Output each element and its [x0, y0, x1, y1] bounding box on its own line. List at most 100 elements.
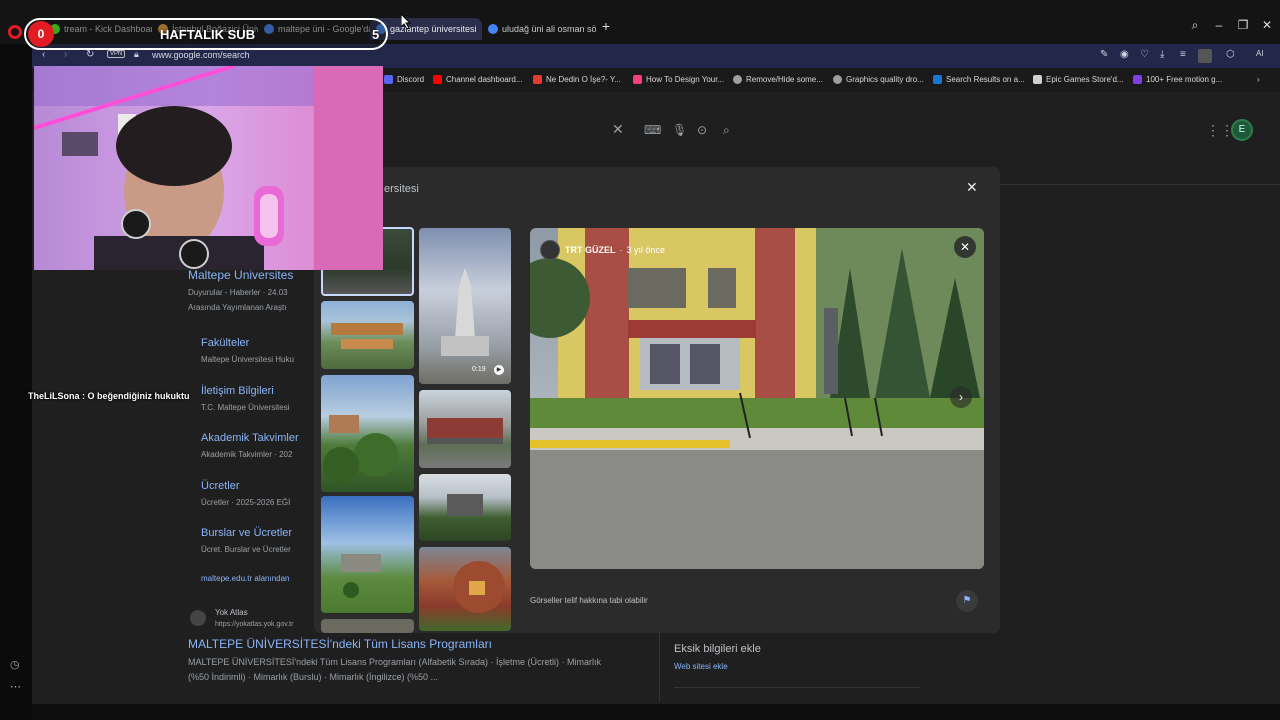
- bookmark-how-to-design[interactable]: How To Design Your...: [633, 75, 724, 84]
- thumbnail-image[interactable]: [321, 496, 414, 613]
- building-shape: [447, 494, 483, 516]
- close-dialog-button[interactable]: ✕: [966, 179, 978, 196]
- more-options-icon[interactable]: ⋯: [10, 680, 21, 693]
- site-favicon-icon: [633, 75, 642, 84]
- browser-sidebar: ◷ ⋯: [0, 44, 32, 720]
- bookmark-discord[interactable]: Discord: [384, 75, 424, 84]
- bookmark-label: Graphics quality dro...: [846, 75, 924, 84]
- thumbnail-image[interactable]: [321, 301, 414, 369]
- bookmark-epic-games[interactable]: Epic Games Store'd...: [1033, 75, 1124, 84]
- url-field[interactable]: www.google.com/search: [152, 50, 250, 60]
- sitelink-iletisim[interactable]: İletişim Bilgileri: [201, 385, 274, 397]
- keyboard-icon[interactable]: ⌨: [644, 123, 661, 137]
- separator: ·: [619, 245, 623, 255]
- bookmark-label: Epic Games Store'd...: [1046, 75, 1124, 84]
- bookmark-channel-dashboard[interactable]: Channel dashboard...: [433, 75, 523, 84]
- source-name: TRT GÜZEL: [565, 245, 616, 255]
- new-tab-button[interactable]: +: [595, 18, 617, 34]
- sitelink-burslar[interactable]: Burslar ve Ücretler: [201, 527, 292, 539]
- search-box[interactable]: ✕ ⌨ 🎙︎ ⊙ ⌕: [382, 114, 782, 148]
- tab-uludag[interactable]: uludağ üni ali osman sönm: [482, 18, 596, 40]
- thumbnail-image[interactable]: [321, 375, 414, 492]
- google-icon: [488, 24, 498, 34]
- edit-icon[interactable]: ✎: [1100, 49, 1108, 60]
- profile-avatar[interactable]: [1198, 49, 1212, 63]
- building-shape: [427, 418, 503, 444]
- result-title-yokatlas[interactable]: MALTEPE ÜNİVERSİTESİ'ndeki Tüm Lisans Pr…: [188, 637, 492, 651]
- thumbnail-video[interactable]: 0:19 ▶: [419, 228, 511, 384]
- clear-search-icon[interactable]: ✕: [612, 121, 624, 138]
- opera-logo-icon[interactable]: [8, 25, 22, 39]
- bookmark-remove-hide[interactable]: Remove/Hide some...: [733, 75, 823, 84]
- sitelink-ucretler[interactable]: Ücretler: [201, 480, 240, 492]
- add-website-link[interactable]: Web sitesi ekle: [674, 662, 728, 671]
- bookmark-label: 100+ Free motion g...: [1146, 75, 1223, 84]
- chat-username: TheLiLSona: [28, 391, 80, 401]
- forward-icon[interactable]: ›: [64, 49, 67, 60]
- sitelink-snippet: T.C. Maltepe Üniversitesi: [201, 403, 290, 412]
- bookmark-motion-graphics[interactable]: 100+ Free motion g...: [1133, 75, 1222, 84]
- sitelink-akademik-takvimler[interactable]: Akademik Takvimler: [201, 432, 299, 444]
- result-snippet: MALTEPE ÜNİVERSİTESİ'ndeki Tüm Lisans Pr…: [188, 657, 601, 667]
- report-flag-button[interactable]: ⚑: [956, 590, 978, 612]
- divider: [674, 687, 920, 688]
- result-title-maltepe[interactable]: Maltepe Üniversites: [188, 268, 293, 282]
- result-snippet: Arasında Yayımlanan Araştı: [188, 303, 287, 312]
- thumbnail-image[interactable]: [419, 547, 511, 631]
- next-image-button[interactable]: ›: [950, 386, 972, 408]
- lock-icon[interactable]: 🔒︎: [134, 49, 139, 60]
- bookmark-search-results[interactable]: Search Results on a...: [933, 75, 1025, 84]
- close-window-button[interactable]: ✕: [1256, 18, 1278, 32]
- source-age: 3 yıl önce: [626, 245, 666, 255]
- site-favicon-icon: [933, 75, 942, 84]
- webcam-feed-image: [34, 66, 383, 270]
- more-bookmarks-icon[interactable]: ›: [1257, 75, 1260, 84]
- more-results-link[interactable]: maltepe.edu.tr alanından: [201, 574, 290, 583]
- copyright-notice: Görseller telif hakkına tabi olabilir: [530, 596, 648, 605]
- image-thumbnail-list: 0:19 ▶: [321, 227, 517, 633]
- bookmark-label: Discord: [397, 75, 425, 84]
- campus-aerial-shape: [331, 323, 403, 349]
- weekly-sub-goal-widget: 0 HAFTALIK SUB 5: [24, 18, 388, 50]
- campus-lawn-shape: [341, 554, 381, 598]
- lens-icon[interactable]: ⊙: [697, 123, 707, 137]
- streamer-webcam: [34, 66, 383, 270]
- thumbnail-image[interactable]: [419, 474, 511, 541]
- result-snippet: (%50 İndirimli) · Mimarlık (Burslu) · Mi…: [188, 672, 439, 682]
- bookmark-label: Remove/Hide some...: [746, 75, 823, 84]
- vpn-badge[interactable]: VPN: [107, 50, 126, 58]
- back-icon[interactable]: ‹: [42, 49, 45, 60]
- download-icon[interactable]: ⤓: [1160, 49, 1164, 60]
- thumbnail-image[interactable]: [321, 619, 414, 633]
- bookmark-ne-dedin[interactable]: Ne Dedin O İşe?- Y...: [533, 75, 621, 84]
- sitelink-fakulteler[interactable]: Fakülteler: [201, 337, 249, 349]
- menu-icon[interactable]: ≡: [1180, 49, 1186, 60]
- search-icon[interactable]: ⌕: [723, 123, 730, 138]
- extensions-icon[interactable]: ⬡: [1226, 49, 1235, 60]
- microphone-icon[interactable]: 🎙︎: [672, 123, 687, 137]
- image-source[interactable]: TRT GÜZEL · 3 yıl önce: [540, 240, 665, 260]
- bookmark-label: How To Design Your...: [646, 75, 725, 84]
- chat-text: : O beğendiğiniz hukuktu: [82, 391, 190, 401]
- thumbnail-image[interactable]: [419, 390, 511, 468]
- heart-icon[interactable]: ♡: [1140, 49, 1149, 60]
- camera-icon[interactable]: ◉: [1120, 49, 1129, 60]
- minimize-button[interactable]: –: [1208, 18, 1230, 32]
- site-favicon-icon: [1133, 75, 1142, 84]
- history-icon[interactable]: ◷: [10, 658, 20, 671]
- source-avatar: [540, 240, 560, 260]
- bookmark-graphics-quality[interactable]: Graphics quality dro...: [833, 75, 924, 84]
- campus-trees-shape: [323, 415, 398, 483]
- main-image-preview[interactable]: TRT GÜZEL · 3 yıl önce ✕ ›: [530, 228, 984, 569]
- sitelink-snippet: Ücretler · 2025-2026 EĞİ: [201, 498, 291, 507]
- search-tabs-icon[interactable]: ⌕: [1184, 18, 1206, 33]
- round-building-shape: [453, 561, 505, 613]
- site-favicon-icon: [733, 75, 742, 84]
- restore-button[interactable]: ❐: [1232, 18, 1254, 32]
- aria-ai-icon[interactable]: AI: [1256, 49, 1264, 58]
- account-avatar[interactable]: E: [1231, 119, 1253, 141]
- weekly-sub-goal: 5: [372, 27, 380, 42]
- close-preview-button[interactable]: ✕: [954, 236, 976, 258]
- reload-icon[interactable]: ↻: [86, 49, 94, 60]
- university-building-photo: [530, 228, 984, 569]
